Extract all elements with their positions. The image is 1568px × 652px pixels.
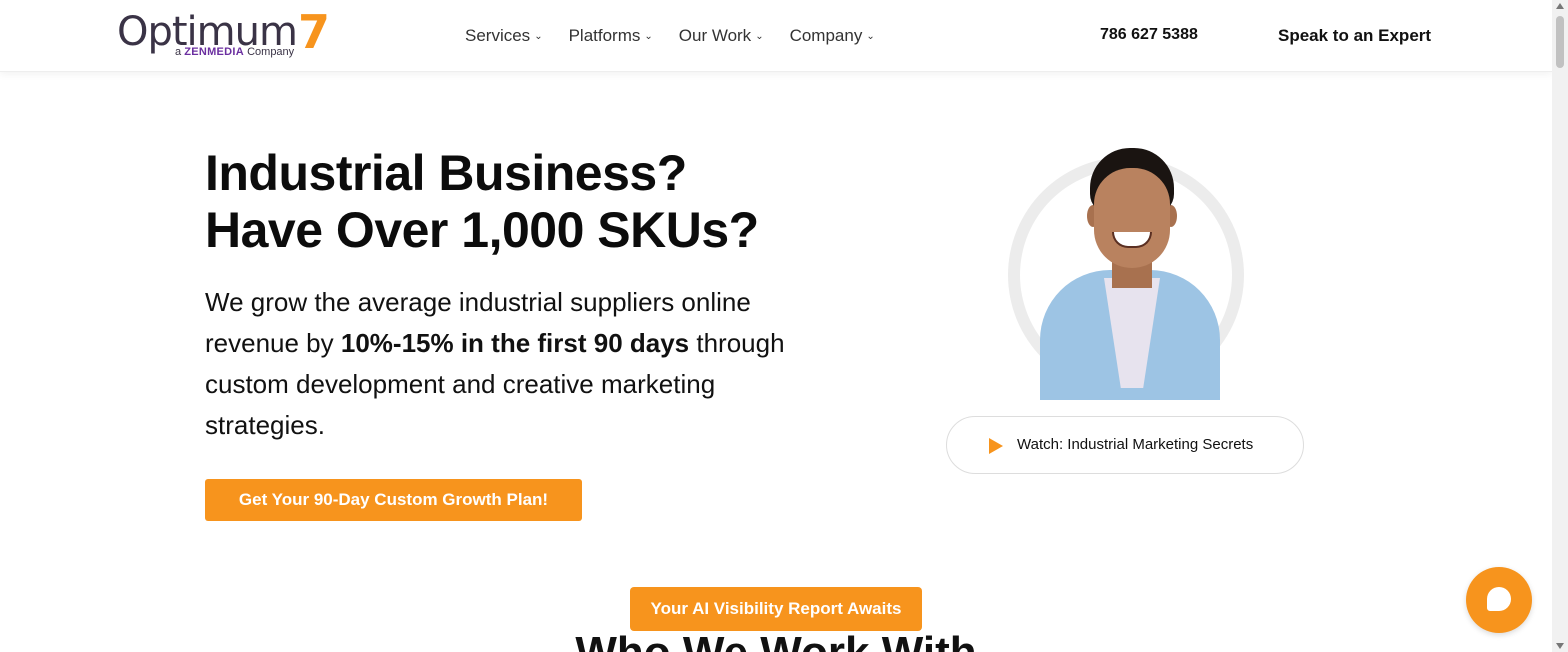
watch-video-button[interactable]: Watch: Industrial Marketing Secrets xyxy=(946,416,1304,474)
nav-item-platforms[interactable]: Platforms ⌄ xyxy=(569,26,653,46)
logo-number: 7 xyxy=(298,5,331,59)
hero-title-line1: Industrial Business? xyxy=(205,145,687,201)
chevron-down-icon: ⌄ xyxy=(534,30,543,42)
ai-visibility-report-button[interactable]: Your AI Visibility Report Awaits xyxy=(630,587,922,631)
nav-item-our-work[interactable]: Our Work ⌄ xyxy=(679,26,764,46)
phone-number-link[interactable]: 786 627 5388 xyxy=(1100,26,1198,44)
page-scrollbar[interactable] xyxy=(1552,0,1568,652)
nav-item-services[interactable]: Services ⌄ xyxy=(465,26,543,46)
chevron-down-icon: ⌄ xyxy=(755,30,764,42)
play-icon xyxy=(989,438,1003,454)
nav-label: Company xyxy=(789,26,863,45)
speak-to-expert-link[interactable]: Speak to an Expert xyxy=(1278,26,1431,46)
hero-title-line2: Have Over 1,000 SKUs? xyxy=(205,202,759,258)
portrait-face xyxy=(1094,168,1170,268)
growth-plan-button[interactable]: Get Your 90-Day Custom Growth Plan! xyxy=(205,479,582,521)
hero-title: Industrial Business? Have Over 1,000 SKU… xyxy=(205,145,759,259)
scroll-down-icon[interactable] xyxy=(1556,643,1564,649)
chevron-down-icon: ⌄ xyxy=(644,30,653,42)
hero-description: We grow the average industrial suppliers… xyxy=(205,287,785,440)
logo-tagline: a ZENMEDIA Company xyxy=(175,46,295,58)
optimum7-logo[interactable]: Optimum 7 a ZENMEDIA Company xyxy=(117,5,332,62)
nav-label: Platforms xyxy=(568,26,641,45)
chat-widget-button[interactable] xyxy=(1466,567,1532,633)
nav-item-company[interactable]: Company ⌄ xyxy=(790,26,875,46)
nav-label: Services xyxy=(465,26,531,45)
chevron-down-icon: ⌄ xyxy=(866,30,875,42)
section-title: Who We Work With xyxy=(0,628,1552,652)
main-nav: Services ⌄ Platforms ⌄ Our Work ⌄ Compan… xyxy=(465,26,901,46)
site-header: Optimum 7 a ZENMEDIA Company Services ⌄ … xyxy=(0,0,1552,72)
scroll-up-icon[interactable] xyxy=(1556,3,1564,9)
chat-icon xyxy=(1487,587,1511,611)
scrollbar-thumb[interactable] xyxy=(1556,16,1564,68)
watch-video-label: Watch: Industrial Marketing Secrets xyxy=(1017,436,1254,453)
nav-label: Our Work xyxy=(678,26,752,45)
hero-highlight: 10%-15% in the first 90 days xyxy=(340,328,690,358)
